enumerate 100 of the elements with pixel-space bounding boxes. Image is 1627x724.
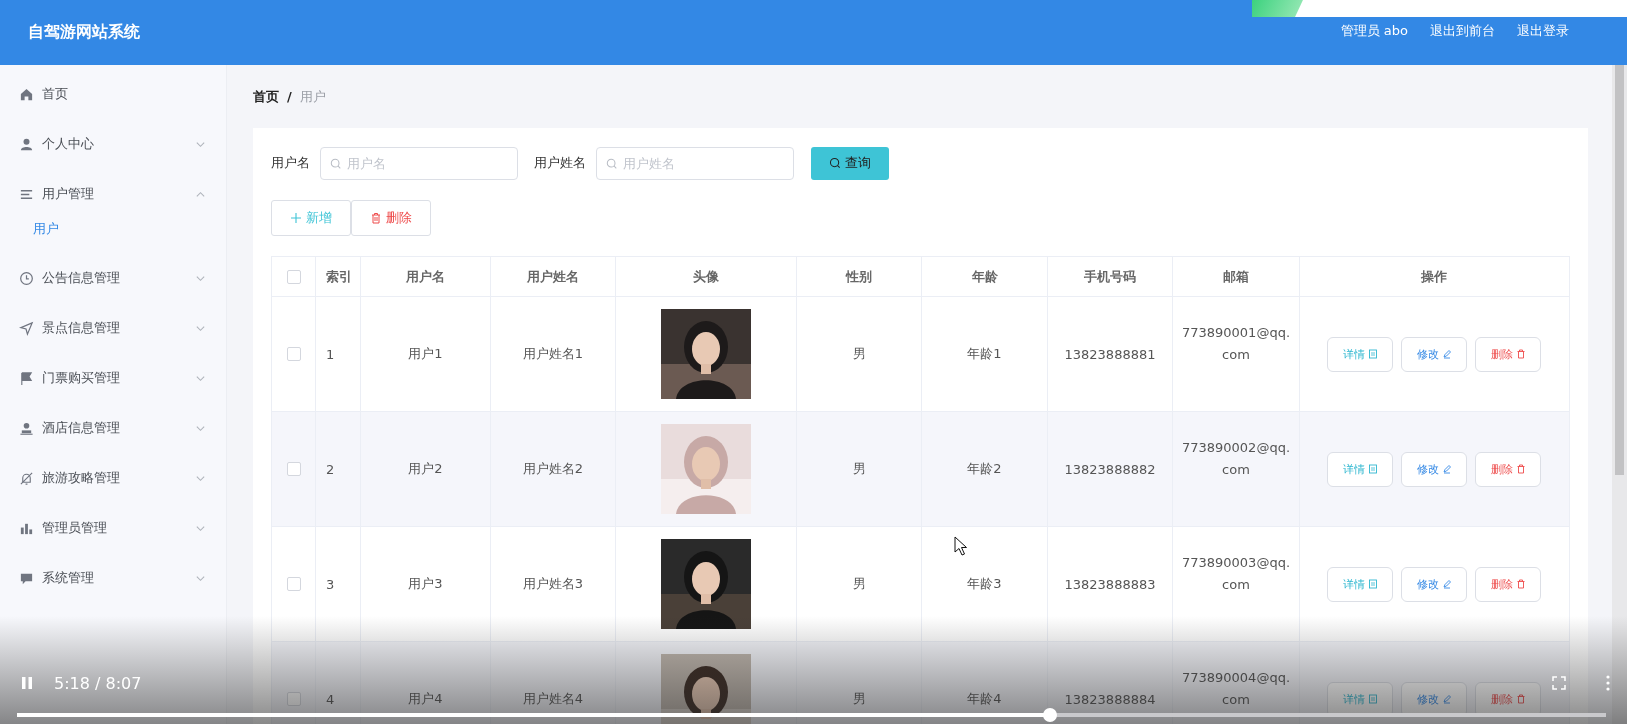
column-header: 年龄 [971,267,998,286]
column-header: 性别 [846,267,872,286]
breadcrumb-item: 用户 [299,87,326,106]
table-cell: 男 [852,690,866,708]
fullscreen-icon[interactable] [1552,676,1566,690]
sidebar-item[interactable]: 旅游攻略管理 [0,453,226,503]
table-cell-text: 773890002@qq.com [1180,439,1292,479]
table-cell: 13823888881 [1064,346,1156,362]
pencil-icon [1441,694,1452,704]
clock-icon [19,270,34,286]
field-label: 用户名 [271,154,310,172]
recorder-toolbar[interactable] [1252,0,1627,17]
table-cell: 男 [852,460,866,478]
edit-button[interactable]: 修改 [1401,566,1467,602]
pencil-icon [1441,349,1452,359]
table-cell: 年龄2 [967,460,1002,478]
table-cell-text: 773890003@qq.com [1180,554,1292,594]
table-cell: 13823888883 [1064,576,1156,592]
table-cell: 年龄1 [967,345,1002,363]
column-header: 手机号码 [1084,267,1136,286]
column-header: 操作 [1421,267,1447,286]
table-cell: 用户2 [408,460,443,478]
edit-button[interactable]: 修改 [1401,336,1467,372]
search-icon [829,157,841,169]
column-header: 索引 [326,267,352,286]
table-cell: 用户姓名4 [522,690,584,708]
sidebar-item[interactable]: 个人中心 [0,119,226,169]
table-cell: 4 [326,691,335,707]
pause-icon[interactable] [20,676,34,690]
column-header: 用户姓名 [527,267,579,286]
table-cell: 用户姓名2 [522,460,584,478]
delete-button[interactable]: 删除 [1475,451,1541,487]
table-cell: 2 [326,461,335,477]
detail-button[interactable]: 详情 [1327,451,1393,487]
table-cell: 年龄3 [967,575,1002,593]
delete-button[interactable]: 删除 [351,200,431,236]
admin-user-label: 管理员 abo [1340,22,1408,40]
search-field[interactable]: 用户名 [320,146,518,180]
search-button[interactable]: 查询 [811,146,889,180]
table-cell-text: 773890001@qq.com [1180,324,1292,364]
add-button[interactable]: 新增 [271,200,351,236]
table-cell: 1 [326,346,335,362]
header-link[interactable]: 退出登录 [1517,22,1569,40]
pencil-icon [1441,579,1452,589]
document-icon [1367,464,1378,474]
document-icon [1367,349,1378,359]
sidebar-item[interactable]: 门票购买管理 [0,353,226,403]
sidebar-item[interactable]: 酒店信息管理 [0,403,226,453]
field-label: 用户姓名 [534,154,586,172]
search-field[interactable]: 用户姓名 [596,146,794,180]
document-icon [1367,694,1378,704]
user-icon [19,136,34,152]
sidebar-item[interactable]: 系统管理 [0,553,226,603]
more-icon[interactable] [1606,675,1610,691]
site-title: 自驾游网站系统 [28,22,140,43]
delete-button[interactable]: 删除 [1475,566,1541,602]
select-all-checkbox[interactable] [286,269,301,284]
table-cell: 年龄4 [967,690,1002,708]
column-header: 用户名 [406,267,445,286]
table-cell: 男 [852,575,866,593]
table-cell: 用户3 [408,575,443,593]
detail-button[interactable]: 详情 [1327,566,1393,602]
belloff-icon [19,470,34,486]
header-link[interactable]: 退出到前台 [1430,22,1495,40]
plus-icon [290,212,302,224]
search-icon [330,157,342,170]
row-checkbox[interactable] [286,462,301,476]
table-cell: 用户姓名3 [522,575,584,593]
breadcrumb-item[interactable]: 首页 [253,87,279,106]
scrollbar[interactable] [1612,65,1627,724]
trash-icon [1515,464,1526,474]
flag-icon [19,370,34,386]
trash-icon [370,212,382,224]
table-cell: 13823888882 [1064,461,1156,477]
trash-icon [1515,349,1526,359]
detail-button[interactable]: 详情 [1327,336,1393,372]
row-checkbox[interactable] [286,347,301,361]
trash-icon [1515,694,1526,704]
table-cell: 用户姓名1 [522,345,584,363]
row-checkbox[interactable] [286,577,301,591]
table-cell: 用户1 [408,345,443,363]
trash-icon [1515,579,1526,589]
column-header: 邮箱 [1223,267,1249,286]
row-checkbox[interactable] [286,692,301,706]
search-icon [606,157,618,170]
table-cell: 用户4 [408,690,443,708]
send-icon [19,320,34,336]
column-header: 头像 [693,267,719,286]
delete-button[interactable]: 删除 [1475,336,1541,372]
progress-bar[interactable] [17,708,1606,722]
pencil-icon [1441,464,1452,474]
sidebar-item[interactable]: 公告信息管理 [0,253,226,303]
person-icon [19,420,34,436]
playback-time: 5:18 / 8:07 [54,673,142,693]
sidebar-item[interactable]: 管理员管理 [0,503,226,553]
table-cell: 男 [852,345,866,363]
sidebar-item[interactable]: 首页 [0,69,226,119]
table-cell: 3 [326,576,335,592]
edit-button[interactable]: 修改 [1401,451,1467,487]
sidebar-item[interactable]: 景点信息管理 [0,303,226,353]
